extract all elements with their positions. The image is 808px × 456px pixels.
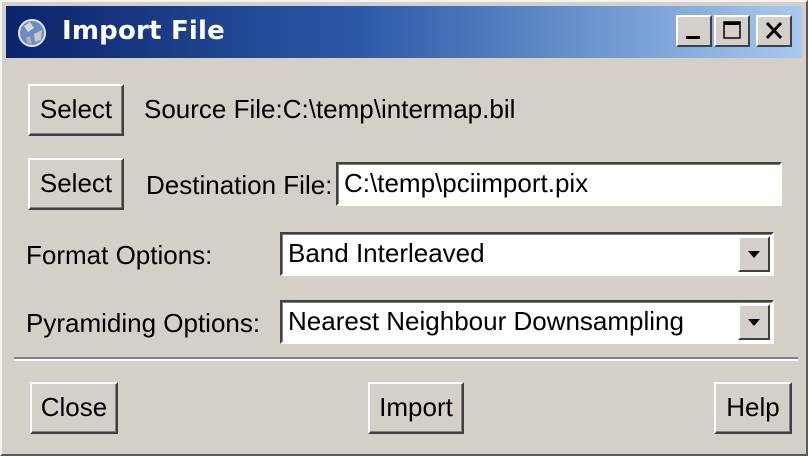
format-options-value: Band Interleaved bbox=[288, 238, 485, 268]
pyramiding-options-select[interactable]: Nearest Neighbour Downsampling bbox=[280, 300, 774, 344]
source-file-path: C:\temp\intermap.bil bbox=[282, 94, 516, 124]
minimize-button[interactable] bbox=[676, 15, 712, 47]
footer-divider bbox=[14, 357, 798, 361]
source-file-text: Source File:C:\temp\intermap.bil bbox=[144, 94, 515, 125]
globe-app-icon bbox=[14, 14, 50, 50]
title-bar[interactable]: Import File bbox=[6, 6, 802, 58]
format-dropdown-button[interactable] bbox=[738, 236, 770, 272]
source-select-button[interactable]: Select bbox=[28, 84, 124, 136]
import-file-dialog: Import File Select Source File:C:\temp\i… bbox=[0, 0, 808, 456]
format-options-select[interactable]: Band Interleaved bbox=[280, 232, 774, 276]
source-file-label: Source File: bbox=[144, 94, 283, 124]
pyramiding-dropdown-button[interactable] bbox=[738, 304, 770, 340]
maximize-button[interactable] bbox=[714, 15, 750, 47]
close-window-button[interactable] bbox=[756, 15, 792, 47]
destination-file-input[interactable]: C:\temp\pciimport.pix bbox=[336, 162, 782, 206]
pyramiding-options-value: Nearest Neighbour Downsampling bbox=[288, 306, 684, 336]
close-button[interactable]: Close bbox=[30, 382, 118, 434]
format-options-label: Format Options: bbox=[26, 240, 213, 270]
destination-file-label: Destination File: bbox=[146, 170, 333, 200]
pyramiding-options-label: Pyramiding Options: bbox=[26, 308, 261, 338]
window-title: Import File bbox=[62, 16, 225, 46]
import-button[interactable]: Import bbox=[368, 382, 464, 434]
destination-select-button[interactable]: Select bbox=[28, 158, 124, 210]
help-button[interactable]: Help bbox=[714, 382, 792, 434]
